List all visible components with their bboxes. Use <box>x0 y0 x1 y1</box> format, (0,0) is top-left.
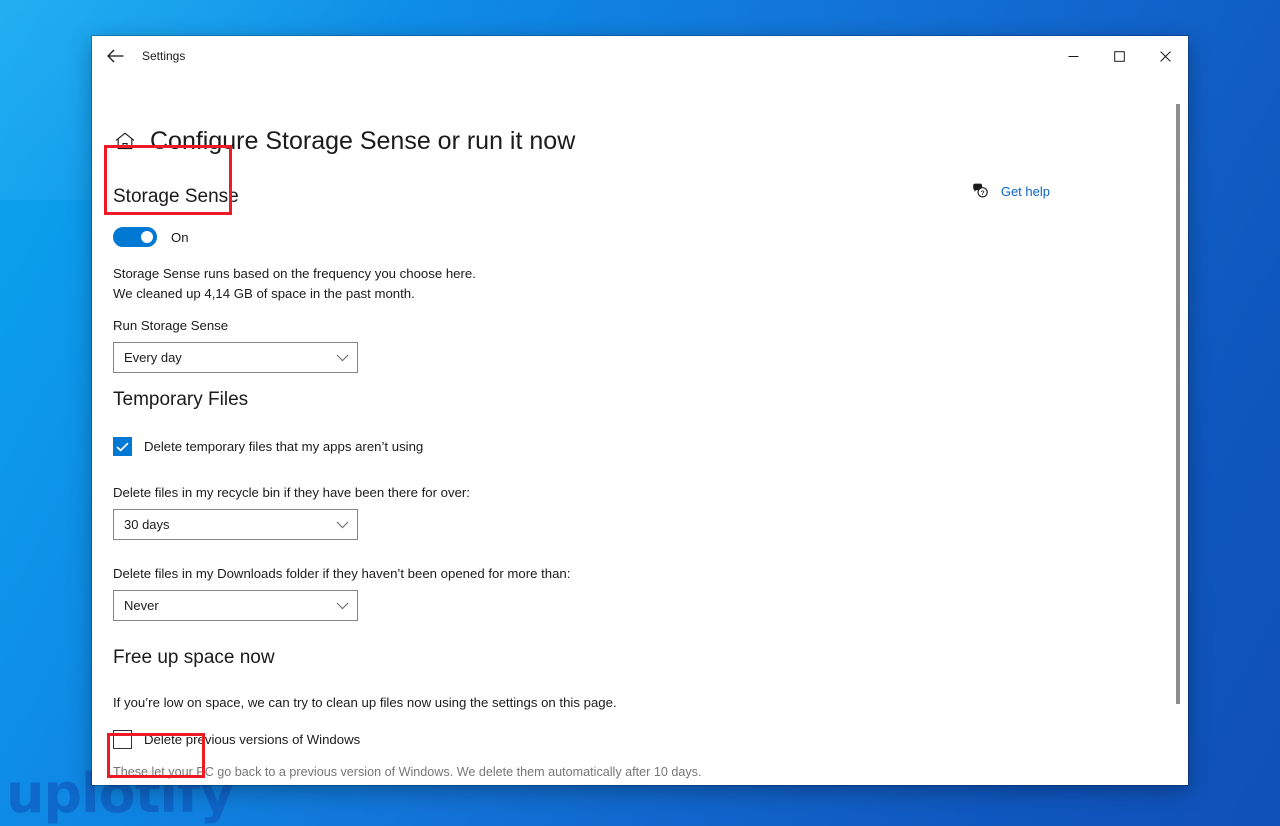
get-help-label: Get help <box>1000 183 1050 199</box>
downloads-folder-value: Never <box>124 598 159 613</box>
scrollbar-track[interactable] <box>1172 76 1184 785</box>
temporary-files-section: Temporary Files Delete temporary files t… <box>113 389 570 621</box>
free-up-space-description: If you’re low on space, we can try to cl… <box>113 695 617 710</box>
delete-previous-windows-checkbox-row[interactable]: Delete previous versions of Windows <box>113 729 701 749</box>
storage-sense-heading: Storage Sense <box>113 186 239 207</box>
chevron-down-icon <box>336 521 349 529</box>
run-storage-sense-dropdown[interactable]: Every day <box>113 342 358 374</box>
toggle-knob <box>141 231 153 243</box>
settings-content: Configure Storage Sense or run it now ? … <box>92 76 1188 785</box>
desktop-background: uplotify Settings Configure Storage Sens… <box>0 0 1280 826</box>
window-controls <box>1050 36 1188 76</box>
get-help-link[interactable]: ? Get help <box>971 182 1050 200</box>
recycle-bin-label: Delete files in my recycle bin if they h… <box>113 485 470 500</box>
free-up-space-heading: Free up space now <box>113 647 275 668</box>
free-up-space-section: Free up space now If you’re low on space… <box>113 647 701 785</box>
window-title: Settings <box>142 49 186 63</box>
delete-temp-files-checkbox[interactable] <box>113 437 132 456</box>
run-storage-sense-value: Every day <box>124 350 182 366</box>
storage-sense-section: Storage Sense On Storage Sense runs base… <box>113 186 493 374</box>
svg-text:?: ? <box>980 190 984 197</box>
chevron-down-icon <box>336 354 349 362</box>
delete-previous-windows-checkbox[interactable] <box>113 729 132 749</box>
temporary-files-heading: Temporary Files <box>113 389 249 410</box>
close-icon[interactable] <box>1142 36 1188 76</box>
delete-temp-files-checkbox-row[interactable]: Delete temporary files that my apps aren… <box>113 437 570 456</box>
maximize-icon[interactable] <box>1096 36 1142 76</box>
minimize-icon[interactable] <box>1050 36 1096 76</box>
downloads-folder-label: Delete files in my Downloads folder if t… <box>113 566 571 581</box>
settings-window: Settings Configure Storage Sense or run … <box>92 36 1188 785</box>
storage-sense-toggle-state: On <box>171 229 189 245</box>
recycle-bin-dropdown[interactable]: 30 days <box>113 509 358 540</box>
recycle-bin-value: 30 days <box>124 517 170 532</box>
page-header: Configure Storage Sense or run it now <box>112 128 575 154</box>
downloads-folder-dropdown[interactable]: Never <box>113 590 358 621</box>
chevron-down-icon <box>336 602 349 610</box>
home-icon[interactable] <box>112 128 138 154</box>
storage-sense-toggle[interactable] <box>113 227 157 247</box>
storage-sense-toggle-row[interactable]: On <box>113 227 493 247</box>
delete-previous-windows-note: These let your PC go back to a previous … <box>113 764 702 779</box>
delete-temp-files-label: Delete temporary files that my apps aren… <box>144 439 424 454</box>
back-arrow-icon[interactable] <box>92 36 138 76</box>
storage-sense-description: Storage Sense runs based on the frequenc… <box>113 266 476 301</box>
page-title: Configure Storage Sense or run it now <box>150 126 576 155</box>
help-bubble-icon: ? <box>971 182 989 200</box>
title-bar: Settings <box>92 36 1188 76</box>
scrollbar-thumb[interactable] <box>1176 104 1180 704</box>
run-storage-sense-label: Run Storage Sense <box>113 318 229 334</box>
delete-previous-windows-label: Delete previous versions of Windows <box>144 731 361 747</box>
